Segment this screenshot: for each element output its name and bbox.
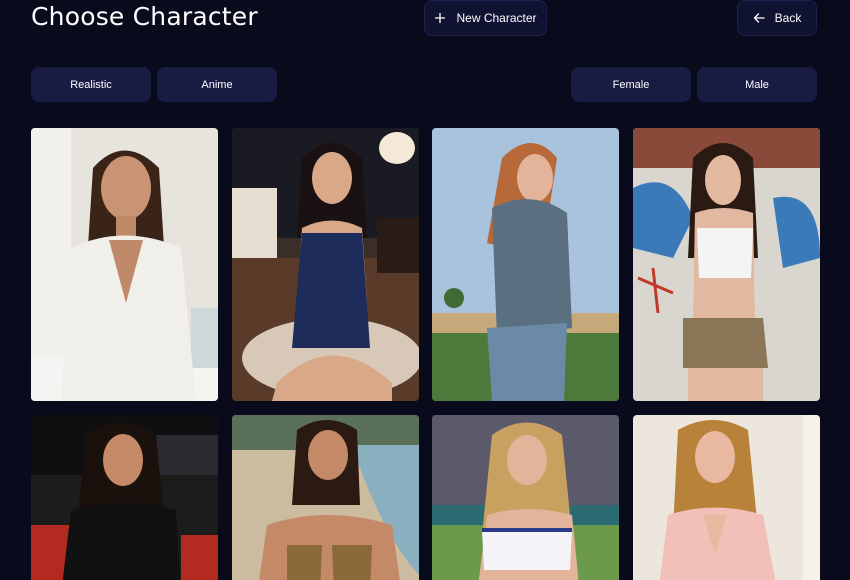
filter-anime[interactable]: Anime (157, 67, 277, 102)
character-portrait-image (432, 128, 619, 401)
character-portrait-image (232, 415, 419, 580)
character-card[interactable] (633, 128, 820, 401)
character-portrait-image (633, 128, 820, 401)
plus-icon (435, 13, 446, 23)
character-card[interactable] (232, 415, 419, 580)
character-card[interactable] (31, 128, 218, 401)
filter-male[interactable]: Male (697, 67, 817, 102)
character-card[interactable] (633, 415, 820, 580)
character-card[interactable] (432, 128, 619, 401)
character-portrait-image (232, 128, 419, 401)
back-button[interactable]: Back (737, 0, 817, 36)
character-portrait-image (432, 415, 619, 580)
new-character-button[interactable]: New Character (424, 0, 547, 36)
character-portrait-image (31, 128, 218, 401)
filter-realistic[interactable]: Realistic (31, 67, 151, 102)
arrow-left-icon (753, 13, 765, 23)
character-portrait-image (31, 415, 218, 580)
back-label: Back (774, 11, 802, 25)
new-character-label: New Character (456, 11, 537, 25)
character-card[interactable] (432, 415, 619, 580)
filter-female[interactable]: Female (571, 67, 691, 102)
character-card[interactable] (232, 128, 419, 401)
character-portrait-image (633, 415, 820, 580)
page-title: Choose Character (31, 2, 258, 31)
character-card[interactable] (31, 415, 218, 580)
